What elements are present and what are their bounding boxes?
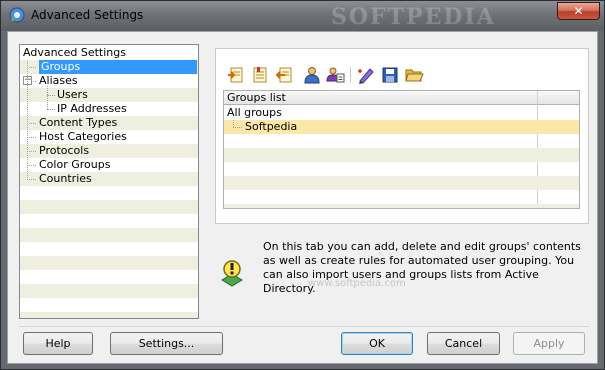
tree-item[interactable]: Host Categories xyxy=(20,130,198,144)
tree-connector xyxy=(47,86,48,109)
tree-empty-row xyxy=(20,312,198,318)
tree-connector xyxy=(233,127,242,128)
save-button[interactable] xyxy=(380,65,400,85)
settings-app-icon xyxy=(9,7,25,23)
delete-group-button[interactable] xyxy=(274,65,294,85)
tree-item-label: Protocols xyxy=(39,144,90,157)
tree-item[interactable]: Protocols xyxy=(20,144,198,158)
groups-panel: Groups list All groups Softpedia xyxy=(215,48,589,224)
tree-connector xyxy=(27,67,36,68)
tree-item[interactable]: Color Groups xyxy=(20,158,198,172)
tree-connector xyxy=(27,165,36,166)
tree-empty-row xyxy=(20,242,198,256)
tree-connector xyxy=(27,151,36,152)
groups-list-empty-row xyxy=(224,148,579,162)
groups-list-header[interactable]: Groups list xyxy=(224,91,579,105)
group-rules-button[interactable] xyxy=(326,65,346,85)
tree-empty-row xyxy=(20,214,198,228)
groups-list-row[interactable]: Softpedia xyxy=(224,120,579,134)
tree-empty-row xyxy=(20,284,198,298)
ok-button[interactable]: OK xyxy=(341,332,413,355)
tree-item-label: Advanced Settings xyxy=(23,46,126,59)
group-name: All groups xyxy=(227,106,282,119)
tree-item-label: Aliases xyxy=(39,74,78,87)
open-folder-icon xyxy=(405,69,424,82)
edit-group-icon xyxy=(253,67,267,83)
tree-connector xyxy=(27,179,36,180)
tree-empty-row xyxy=(20,228,198,242)
apply-button[interactable]: Apply xyxy=(513,332,585,355)
tree-item-label: IP Addresses xyxy=(57,102,127,115)
close-button[interactable]: ✕ xyxy=(557,2,600,20)
tree-item[interactable]: Groups xyxy=(20,60,198,74)
tree-empty-row xyxy=(20,200,198,214)
group-name: Softpedia xyxy=(245,120,298,133)
tree-empty-row xyxy=(20,270,198,284)
window-title: Advanced Settings xyxy=(31,8,144,22)
tree-connector xyxy=(27,123,36,124)
tree-item-label: Host Categories xyxy=(39,130,127,143)
groups-list-empty-row xyxy=(224,176,579,190)
add-group-button[interactable] xyxy=(226,65,246,85)
footer-divider xyxy=(19,326,589,327)
settings-button[interactable]: Settings... xyxy=(110,332,223,355)
watermark: SOFTPEDIA xyxy=(331,4,496,30)
settings-tree[interactable]: Advanced Settings Groups − Aliases Users IP A… xyxy=(19,44,199,319)
tree-empty-row xyxy=(20,186,198,200)
delete-group-icon xyxy=(275,67,292,83)
info-watermark: www.softpedia.com xyxy=(308,278,406,289)
groups-list-grid[interactable]: Groups list All groups Softpedia xyxy=(223,90,580,209)
lightbulb-info-icon xyxy=(221,260,243,287)
tree-item-label: Color Groups xyxy=(39,158,111,171)
groups-list-empty-row xyxy=(224,134,579,148)
title-bar[interactable]: Advanced Settings SOFTPEDIA ✕ xyxy=(1,1,604,31)
add-group-icon xyxy=(228,67,243,83)
groups-list-row[interactable]: All groups xyxy=(224,106,579,120)
tree-connector xyxy=(27,61,28,180)
tree-item-label: Content Types xyxy=(39,116,118,129)
help-button[interactable]: Help xyxy=(23,332,93,355)
tree-connector xyxy=(233,120,234,127)
group-rules-icon xyxy=(326,67,345,83)
tree-item-label: Countries xyxy=(39,172,92,185)
save-icon xyxy=(382,67,398,83)
dialog-client-area: Advanced Settings Groups − Aliases Users IP A… xyxy=(7,31,598,364)
add-user-button[interactable] xyxy=(302,65,322,85)
advanced-settings-window: Advanced Settings SOFTPEDIA ✕ Advanced S… xyxy=(0,0,605,370)
tree-empty-row xyxy=(20,256,198,270)
groups-list-empty-row xyxy=(224,190,579,204)
tree-item-label: Users xyxy=(57,88,88,101)
edit-rules-icon xyxy=(358,68,374,84)
tree-item[interactable]: Content Types xyxy=(20,116,198,130)
tree-item-label: Groups xyxy=(39,60,197,74)
tree-connector xyxy=(47,95,55,96)
tree-item[interactable]: Advanced Settings xyxy=(20,46,198,60)
close-icon: ✕ xyxy=(573,4,584,18)
groups-list-empty-row xyxy=(224,204,579,208)
groups-list-empty-row xyxy=(224,162,579,176)
tree-item[interactable]: Countries xyxy=(20,172,198,186)
edit-rules-button[interactable] xyxy=(356,65,376,85)
tree-connector xyxy=(27,137,36,138)
cancel-button[interactable]: Cancel xyxy=(427,332,500,355)
add-user-icon xyxy=(304,67,320,84)
open-folder-button[interactable] xyxy=(404,65,424,85)
toolbar-separator xyxy=(350,67,351,83)
tree-connector xyxy=(47,109,55,110)
edit-group-button[interactable] xyxy=(250,65,270,85)
tree-empty-row xyxy=(20,298,198,312)
